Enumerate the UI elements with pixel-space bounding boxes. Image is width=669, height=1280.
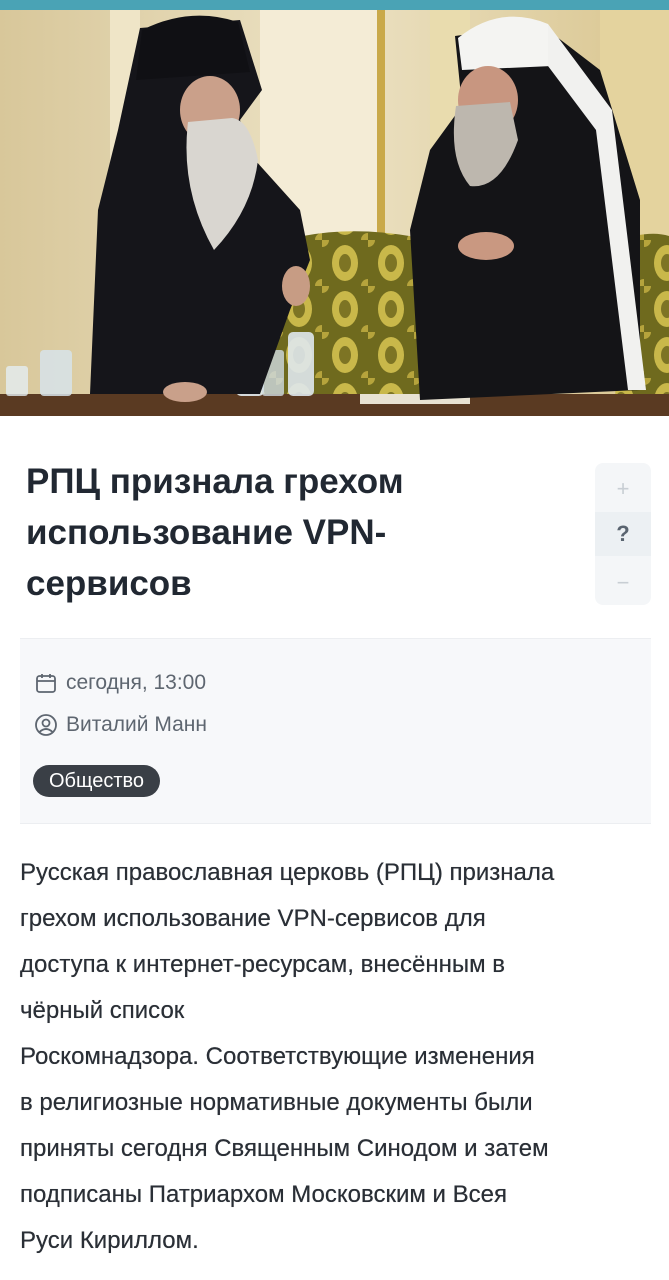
body-line: приняты сегодня Священным Синодом и зате… <box>20 1135 549 1162</box>
question-icon: ? <box>616 521 630 546</box>
decrease-font-button[interactable]: − <box>595 561 651 605</box>
body-line: Руси Кириллом. <box>20 1227 199 1254</box>
user-circle-icon <box>34 712 60 738</box>
body-line: доступа к интернет-ресурсам, внесённым в <box>20 951 505 978</box>
article-date: сегодня, 13:00 <box>66 671 207 694</box>
title-line: РПЦ признала грехом <box>26 462 404 501</box>
article-title: РПЦ признала грехом использование VPN- с… <box>26 456 571 609</box>
plus-icon: + <box>616 476 630 501</box>
body-line: подписаны Патриархом Московским и Всея <box>20 1181 507 1208</box>
top-accent-bar <box>0 0 669 10</box>
body-line: грехом использование VPN-сервисов для <box>20 905 486 932</box>
body-line: Русская православная церковь (РПЦ) призн… <box>20 859 555 886</box>
title-line: использование VPN- <box>26 513 387 552</box>
article-meta-panel: сегодня, 13:00 Виталий Манн Общество <box>20 638 651 824</box>
help-button[interactable]: ? <box>595 512 651 556</box>
calendar-icon <box>34 670 60 696</box>
article-author[interactable]: Виталий Манн <box>66 713 207 737</box>
body-line: чёрный список <box>20 997 185 1024</box>
font-size-controls: + ? − <box>595 463 651 605</box>
increase-font-button[interactable]: + <box>595 467 651 511</box>
body-line: в религиозные нормативные документы были <box>20 1089 533 1116</box>
article-title-block: РПЦ признала грехом использование VPN- с… <box>26 456 571 609</box>
article-photo <box>0 10 669 416</box>
article-body: Русская православная церковь (РПЦ) призн… <box>20 850 655 1264</box>
minus-icon: − <box>616 570 630 595</box>
article-author-row: Виталий Манн <box>34 710 207 740</box>
body-line: Роскомнадзора. Соответствующие изменения <box>20 1043 535 1070</box>
article-date-row: сегодня, 13:00 <box>34 668 206 698</box>
category-tag[interactable]: Общество <box>33 765 161 797</box>
title-line: сервисов <box>26 564 192 603</box>
